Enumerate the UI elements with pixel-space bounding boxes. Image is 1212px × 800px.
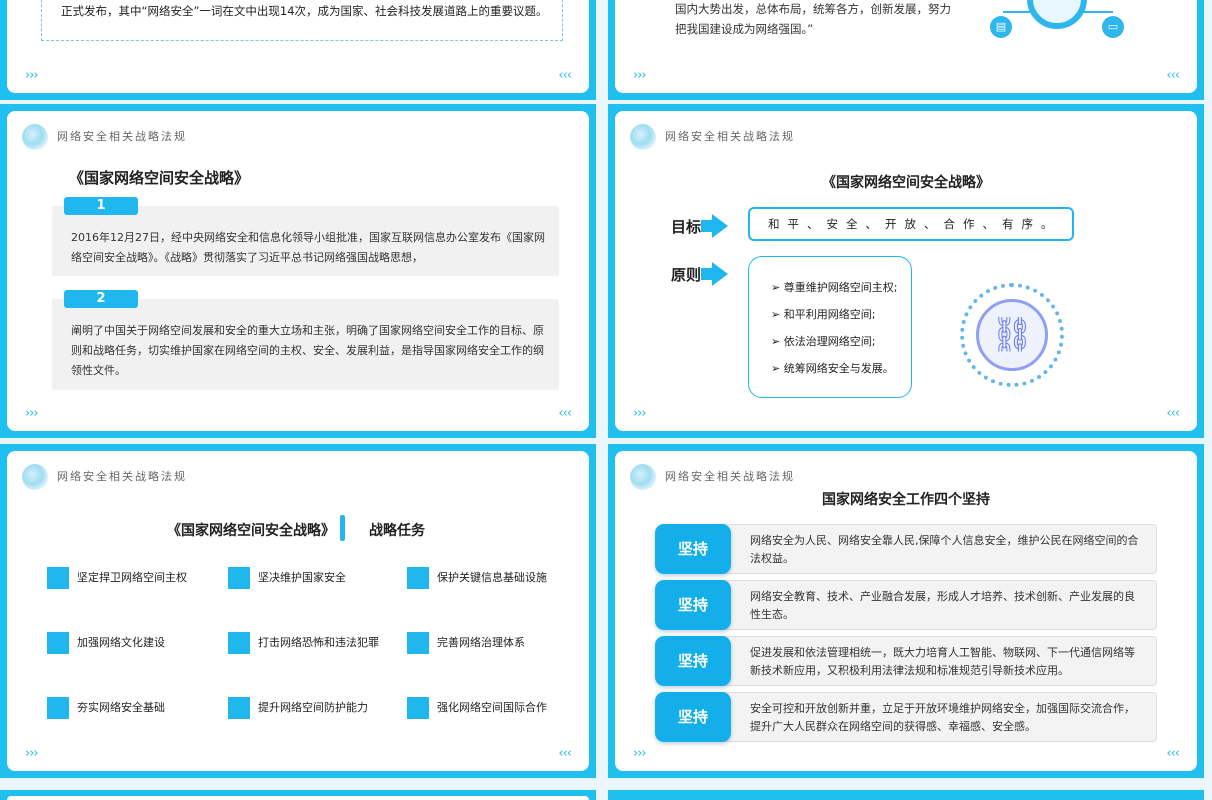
principle-item: ➢ 和平利用网络空间; [771, 308, 876, 321]
principle-row: 促进发展和依法管理相统一，既大力培育人工智能、物联网、下一代通信网络等新技术新应… [655, 636, 1157, 686]
info-box-1: 2016年12月27日，经中央网络安全和信息化领导小组批准，国家互联网信息办公室… [52, 206, 559, 276]
chain-link-icon: ⛓ [990, 315, 1034, 355]
square-bullet-icon [47, 632, 69, 654]
slide-1[interactable]: 正式发布，其中“网络安全”一词在文中出现14次，成为国家、社会科技发展道路上的重… [0, 0, 596, 100]
slide-card: 网络安全相关战略法规 《国家网络空间安全战略》 目标 和平、安全、开放、合作、有… [615, 111, 1197, 431]
principle-row: 安全可控和开放创新并重，立足于开放环境维护网络安全，加强国际交流合作，提升广大人… [655, 692, 1157, 742]
principles-box: ➢ 尊重维护网络空间主权; ➢ 和平利用网络空间; ➢ 依法治理网络空间; ➢ … [748, 256, 912, 398]
logo-globe-icon [630, 124, 656, 150]
logo-globe-icon [22, 124, 48, 150]
task-item: 坚决维护国家安全 [228, 567, 346, 589]
principle-row: 网络安全为人民、网络安全靠人民,保障个人信息安全，维护公民在网络空间的合法权益。… [655, 524, 1157, 574]
principle-text: 安全可控和开放创新并重，立足于开放环境维护网络安全，加强国际交流合作，提升广大人… [695, 692, 1157, 742]
slide-5-title: 《国家网络空间安全战略》 [167, 523, 335, 539]
slide-5[interactable]: 网络安全相关战略法规 《国家网络空间安全战略》 战略任务 坚定捍卫网络空间主权 … [0, 444, 596, 778]
logo-globe-icon [630, 464, 656, 490]
info-box-text: 2016年12月27日，经中央网络安全和信息化领导小组批准，国家互联网信息办公室… [71, 231, 545, 264]
slide-1-text: 正式发布，其中“网络安全”一词在文中出现14次，成为国家、社会科技发展道路上的重… [61, 4, 548, 18]
slide-3-title: 《国家网络空间安全战略》 [69, 169, 250, 187]
slide-3[interactable]: 网络安全相关战略法规 《国家网络空间安全战略》 2016年12月27日，经中央网… [0, 104, 596, 438]
slide-card: 正式发布，其中“网络安全”一词在文中出现14次，成为国家、社会科技发展道路上的重… [7, 0, 589, 93]
task-item: 完善网络治理体系 [407, 632, 525, 654]
next-chevrons-icon[interactable]: ‹‹‹ [1166, 406, 1180, 421]
next-chevrons-icon[interactable]: ‹‹‹ [1166, 746, 1180, 761]
slide-card: 国内大势出发，总体布局，统筹各方，创新发展，努力 把我国建设成为网络强国。” ▤… [615, 0, 1197, 93]
principle-tag: 坚持 [655, 580, 731, 630]
square-bullet-icon [407, 697, 429, 719]
header-title: 网络安全相关战略法规 [57, 470, 187, 483]
next-chevrons-icon[interactable]: ‹‹‹ [558, 68, 572, 83]
task-item: 坚定捍卫网络空间主权 [47, 567, 187, 589]
info-box-2: 阐明了中国关于网络空间发展和安全的重大立场和主张，明确了国家网络空间安全工作的目… [52, 299, 559, 390]
header-title: 网络安全相关战略法规 [665, 130, 795, 143]
slide-7-peek[interactable] [0, 790, 596, 800]
square-bullet-icon [47, 567, 69, 589]
prev-chevrons-icon[interactable]: ››› [25, 68, 39, 83]
slide-6[interactable]: 网络安全相关战略法规 国家网络安全工作四个坚持 网络安全为人民、网络安全靠人民,… [608, 444, 1204, 778]
arrow-right-icon [701, 262, 728, 286]
quote-line-1: 国内大势出发，总体布局，统筹各方，创新发展，努力 [675, 2, 951, 16]
task-item: 强化网络空间国际合作 [407, 697, 547, 719]
square-bullet-icon [228, 567, 250, 589]
slide-2[interactable]: 国内大势出发，总体布局，统筹各方，创新发展，努力 把我国建设成为网络强国。” ▤… [608, 0, 1204, 100]
network-hub-icon [1027, 0, 1087, 29]
number-badge: 1 [64, 197, 138, 215]
principle-text: 促进发展和依法管理相统一，既大力培育人工智能、物联网、下一代通信网络等新技术新应… [695, 636, 1157, 686]
square-bullet-icon [407, 567, 429, 589]
goal-box: 和平、安全、开放、合作、有序。 [748, 207, 1074, 241]
slide-4[interactable]: 网络安全相关战略法规 《国家网络空间安全战略》 目标 和平、安全、开放、合作、有… [608, 104, 1204, 438]
task-item: 打击网络恐怖和违法犯罪 [228, 632, 379, 654]
header-title: 网络安全相关战略法规 [665, 470, 795, 483]
quote-line-2: 把我国建设成为网络强国。” [675, 22, 814, 36]
arrow-right-icon [701, 214, 728, 238]
principle-row: 网络安全教育、技术、产业融合发展，形成人才培养、技术创新、产业发展的良性生态。 … [655, 580, 1157, 630]
next-chevrons-icon[interactable]: ‹‹‹ [1166, 68, 1180, 83]
logo-globe-icon [22, 464, 48, 490]
principle-text: 网络安全教育、技术、产业融合发展，形成人才培养、技术创新、产业发展的良性生态。 [695, 580, 1157, 630]
principle-text: 网络安全为人民、网络安全靠人民,保障个人信息安全，维护公民在网络空间的合法权益。 [695, 524, 1157, 574]
principle-label: 原则 [671, 266, 702, 284]
square-bullet-icon [407, 632, 429, 654]
principle-item: ➢ 统筹网络安全与发展。 [771, 362, 894, 375]
prev-chevrons-icon[interactable]: ››› [25, 746, 39, 761]
task-item: 保护关键信息基础设施 [407, 567, 547, 589]
slide-8-peek[interactable] [608, 790, 1204, 800]
monitor-icon: ▭ [1102, 16, 1124, 38]
prev-chevrons-icon[interactable]: ››› [633, 746, 647, 761]
header-title: 网络安全相关战略法规 [57, 130, 187, 143]
principle-tag: 坚持 [655, 636, 731, 686]
slide-card: 网络安全相关战略法规 《国家网络空间安全战略》 战略任务 坚定捍卫网络空间主权 … [7, 451, 589, 771]
task-item: 加强网络文化建设 [47, 632, 165, 654]
square-bullet-icon [228, 697, 250, 719]
goal-label: 目标 [671, 218, 702, 236]
next-chevrons-icon[interactable]: ‹‹‹ [558, 746, 572, 761]
prev-chevrons-icon[interactable]: ››› [633, 68, 647, 83]
database-icon: ▤ [990, 16, 1012, 38]
principle-tag: 坚持 [655, 692, 731, 742]
title-divider [340, 515, 345, 541]
principle-tag: 坚持 [655, 524, 731, 574]
task-item: 夯实网络安全基础 [47, 697, 165, 719]
slide-card: 网络安全相关战略法规 《国家网络空间安全战略》 2016年12月27日，经中央网… [7, 111, 589, 431]
slide-5-subtitle: 战略任务 [369, 523, 425, 539]
task-item: 提升网络空间防护能力 [228, 697, 368, 719]
slide-card: 网络安全相关战略法规 国家网络安全工作四个坚持 网络安全为人民、网络安全靠人民,… [615, 451, 1197, 771]
slide-4-title: 《国家网络空间安全战略》 [822, 175, 990, 191]
number-badge: 2 [64, 290, 138, 308]
next-chevrons-icon[interactable]: ‹‹‹ [558, 406, 572, 421]
slide-6-title: 国家网络安全工作四个坚持 [822, 492, 990, 508]
square-bullet-icon [228, 632, 250, 654]
prev-chevrons-icon[interactable]: ››› [633, 406, 647, 421]
prev-chevrons-icon[interactable]: ››› [25, 406, 39, 421]
slide-card [7, 796, 589, 800]
info-box-text: 阐明了中国关于网络空间发展和安全的重大立场和主张，明确了国家网络空间安全工作的目… [71, 324, 544, 377]
square-bullet-icon [47, 697, 69, 719]
principle-item: ➢ 尊重维护网络空间主权; [771, 281, 898, 294]
slide-2-quote: 国内大势出发，总体布局，统筹各方，创新发展，努力 把我国建设成为网络强国。” [675, 0, 965, 39]
principle-item: ➢ 依法治理网络空间; [771, 335, 876, 348]
